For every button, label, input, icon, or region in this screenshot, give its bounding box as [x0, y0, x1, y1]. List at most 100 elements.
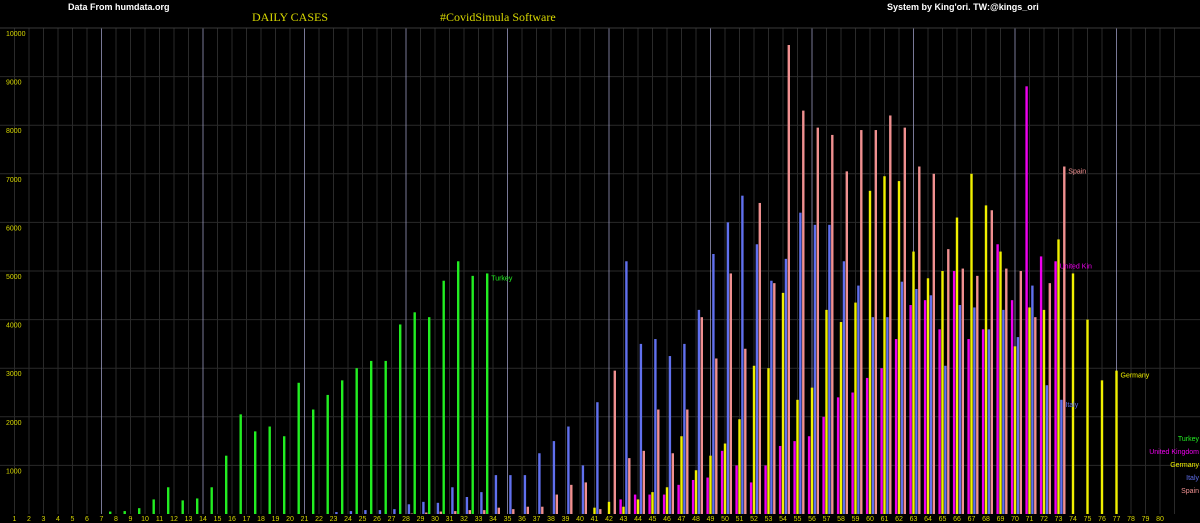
bar-spain: [468, 510, 471, 514]
x-tick-label: 40: [576, 516, 584, 523]
bar-germany: [883, 176, 886, 515]
bar-spain: [570, 484, 573, 514]
bar-spain: [932, 173, 935, 515]
x-tick-label: 43: [620, 516, 628, 523]
x-tick-label: 72: [1040, 516, 1048, 523]
bar-turkey: [167, 487, 170, 514]
bar-turkey: [428, 317, 431, 514]
bar-germany: [854, 302, 857, 514]
legend-entry-united-kingdom: United Kingdom: [1149, 449, 1199, 456]
x-tick-label: 51: [736, 516, 744, 523]
x-tick-label: 38: [547, 516, 555, 523]
bar-germany: [1100, 380, 1104, 514]
bar-italy: [581, 465, 585, 514]
bar-turkey: [138, 508, 141, 514]
bar-united-kingdom: [1039, 256, 1043, 514]
bar-spain: [758, 202, 761, 514]
bar-italy: [465, 496, 469, 514]
series-end-label-italy: Italy: [1065, 402, 1078, 409]
bar-united-kingdom: [1054, 261, 1057, 514]
x-tick-label: 12: [170, 516, 178, 523]
bar-united-kingdom: [793, 441, 796, 514]
bar-germany: [897, 181, 901, 514]
x-tick-label: 21: [301, 516, 309, 523]
x-tick-label: 79: [1142, 516, 1150, 523]
y-tick-label: 7000: [6, 177, 22, 184]
bar-italy: [871, 317, 875, 514]
x-tick-label: 64: [924, 516, 932, 523]
bar-italy: [712, 253, 715, 515]
bar-germany: [955, 217, 959, 515]
x-tick-label: 6: [85, 516, 89, 523]
bar-germany: [868, 190, 872, 514]
x-tick-label: 8: [114, 516, 118, 523]
bar-united-kingdom: [865, 377, 869, 514]
bar-germany: [984, 205, 988, 514]
bar-spain: [802, 110, 805, 515]
x-tick-label: 58: [837, 516, 845, 523]
bar-germany: [999, 251, 1002, 514]
bar-spain: [787, 45, 790, 514]
bar-spain: [584, 482, 587, 514]
x-tick-label: 62: [895, 516, 903, 523]
x-tick-label: 2: [27, 516, 31, 523]
y-tick-label: 5000: [6, 274, 22, 281]
bar-turkey: [312, 409, 315, 514]
bar-germany: [738, 419, 741, 514]
bar-italy: [770, 280, 773, 514]
bar-united-kingdom: [677, 484, 680, 514]
bar-italy: [436, 502, 440, 514]
bar-germany: [709, 455, 712, 514]
bar-united-kingdom: [764, 465, 767, 514]
x-tick-label: 68: [982, 516, 990, 523]
x-tick-label: 30: [431, 516, 439, 523]
bar-italy: [668, 356, 672, 514]
bar-united-kingdom: [749, 482, 753, 514]
bar-italy: [799, 212, 802, 514]
bar-spain: [947, 249, 950, 514]
bar-spain: [976, 275, 979, 514]
bar-united-kingdom: [996, 244, 999, 514]
bar-spain: [1005, 268, 1008, 514]
bar-italy: [958, 305, 962, 514]
bar-spain: [1019, 271, 1022, 514]
bar-italy: [1031, 285, 1034, 514]
x-tick-label: 69: [997, 516, 1005, 523]
bar-turkey: [442, 280, 445, 514]
bar-spain: [425, 512, 428, 514]
bar-germany: [1086, 319, 1089, 514]
bar-italy: [1002, 309, 1005, 514]
bar-united-kingdom: [619, 499, 622, 514]
bar-spain: [541, 506, 544, 514]
x-tick-label: 73: [1055, 516, 1063, 523]
bar-italy: [697, 309, 701, 514]
x-tick-label: 36: [518, 516, 526, 523]
bar-germany: [941, 271, 944, 514]
bar-spain: [961, 268, 964, 514]
bar-turkey: [399, 324, 402, 514]
bar-italy: [900, 281, 904, 514]
bar-united-kingdom: [633, 494, 637, 514]
bar-turkey: [181, 500, 184, 514]
x-tick-label: 29: [417, 516, 425, 523]
bar-italy: [349, 511, 353, 514]
bar-italy: [842, 261, 846, 514]
bar-italy: [393, 509, 396, 514]
bar-united-kingdom: [836, 397, 840, 514]
bar-turkey: [239, 414, 242, 514]
bar-united-kingdom: [923, 300, 927, 514]
bar-united-kingdom: [691, 479, 695, 514]
bar-italy: [364, 510, 367, 514]
bar-italy: [857, 285, 860, 514]
bar-italy: [1045, 385, 1049, 514]
x-tick-label: 32: [460, 516, 468, 523]
bar-spain: [1048, 283, 1051, 514]
y-tick-label: 4000: [6, 323, 22, 330]
bar-germany: [752, 365, 756, 514]
daily-cases-chart: 1000 2000 3000 4000 5000 6000 7000 8000 9000 1000…: [0, 0, 1200, 523]
x-tick-label: 56: [808, 516, 816, 523]
y-tick-label: 6000: [6, 225, 22, 232]
bar-spain: [1034, 317, 1037, 514]
bar-germany: [810, 387, 814, 514]
x-tick-label: 76: [1098, 516, 1106, 523]
